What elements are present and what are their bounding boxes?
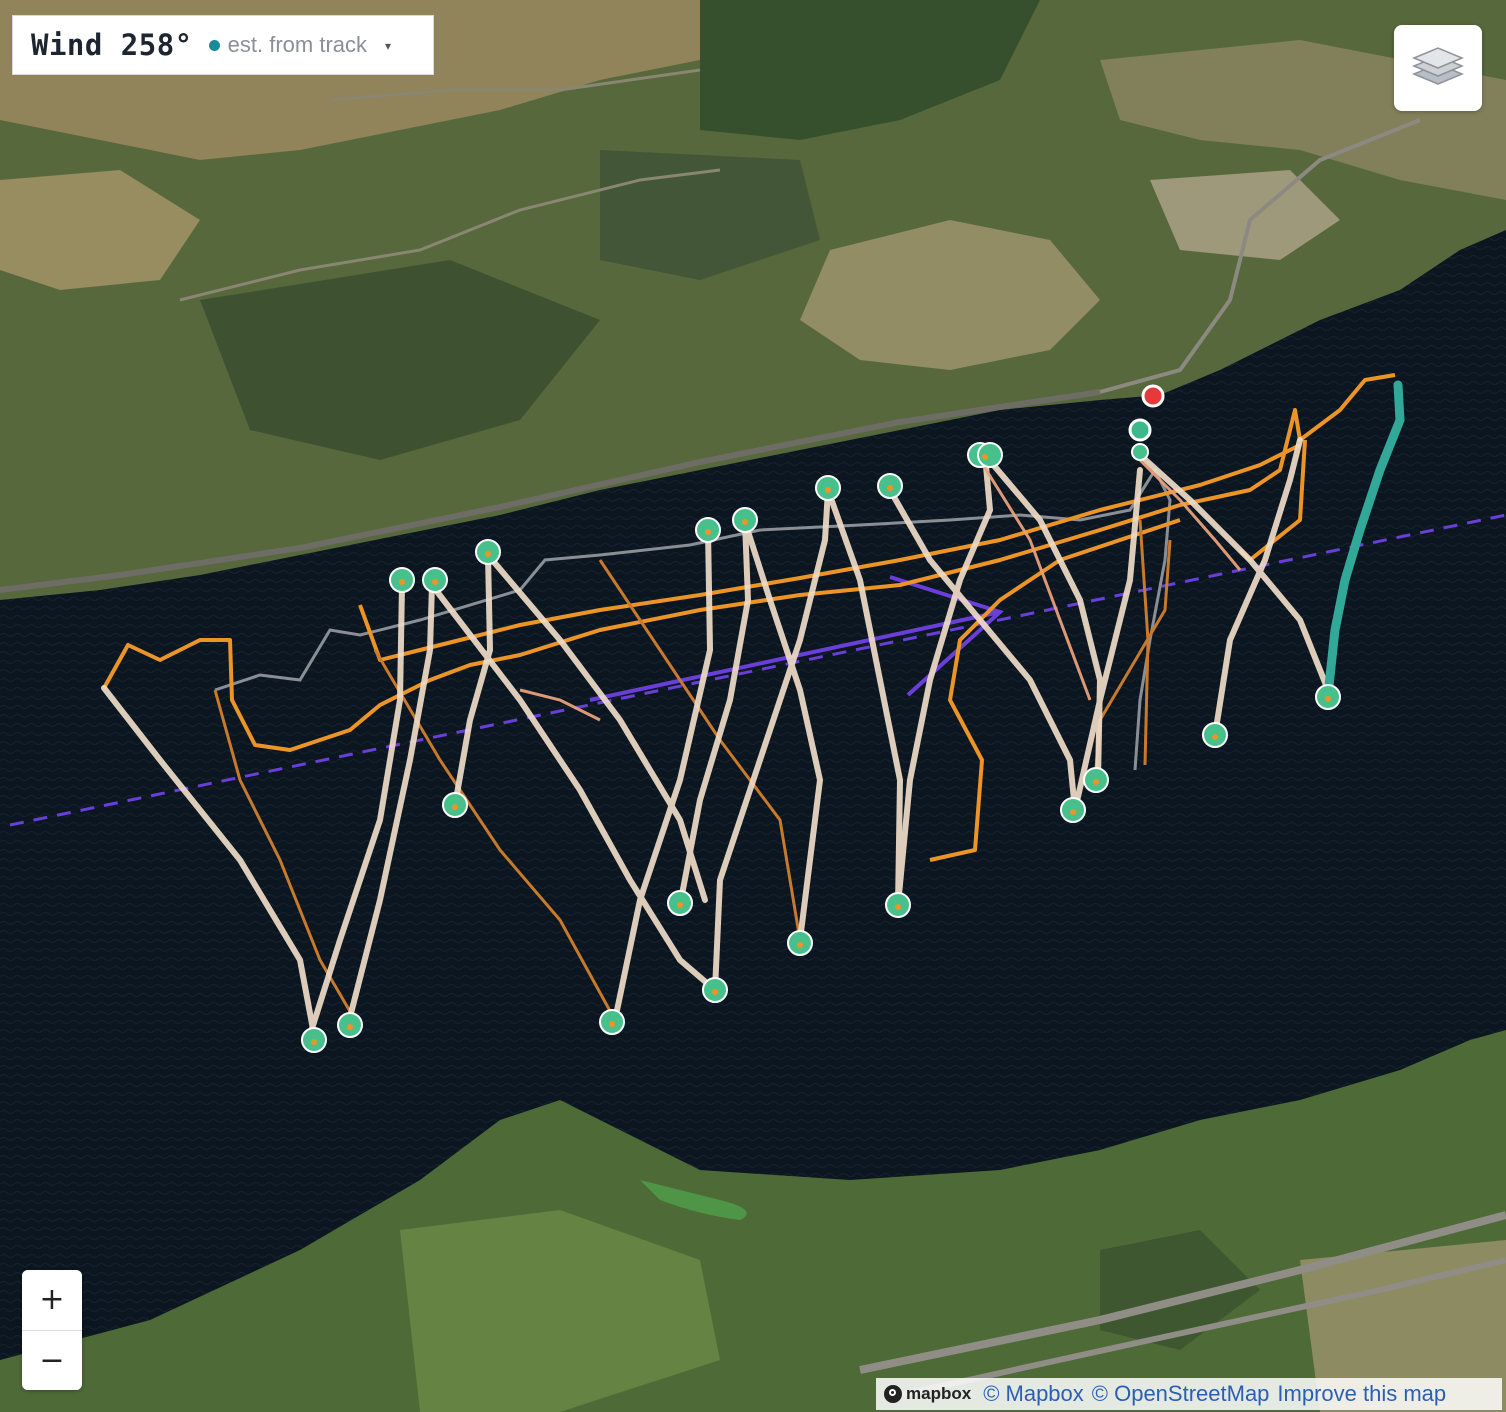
layers-icon [1412,47,1464,85]
map-attribution: mapbox © Mapbox © OpenStreetMap Improve … [876,1378,1502,1410]
zoom-in-button[interactable]: + [22,1270,82,1330]
mapbox-logo[interactable]: mapbox [884,1384,971,1404]
mapbox-logo-text: mapbox [906,1384,972,1403]
map-canvas[interactable] [0,0,1506,1412]
start-marker[interactable] [1128,418,1152,442]
attribution-osm-link[interactable]: © OpenStreetMap [1092,1381,1270,1407]
layers-button[interactable] [1394,25,1482,111]
end-marker[interactable] [1141,384,1165,408]
wind-source-dot [208,39,220,51]
attribution-mapbox-link[interactable]: © Mapbox [983,1381,1084,1407]
improve-map-link[interactable]: Improve this map [1277,1381,1446,1407]
wind-source-label: est. from track [227,32,367,57]
wind-selector[interactable]: Wind 258° est. from track ▾ [12,15,434,75]
wind-direction-label: Wind 258° [31,28,193,62]
mapbox-logo-icon [884,1385,902,1403]
zoom-control: + − [22,1270,82,1390]
chevron-down-icon[interactable]: ▾ [385,39,391,53]
zoom-out-button[interactable]: − [22,1331,82,1390]
